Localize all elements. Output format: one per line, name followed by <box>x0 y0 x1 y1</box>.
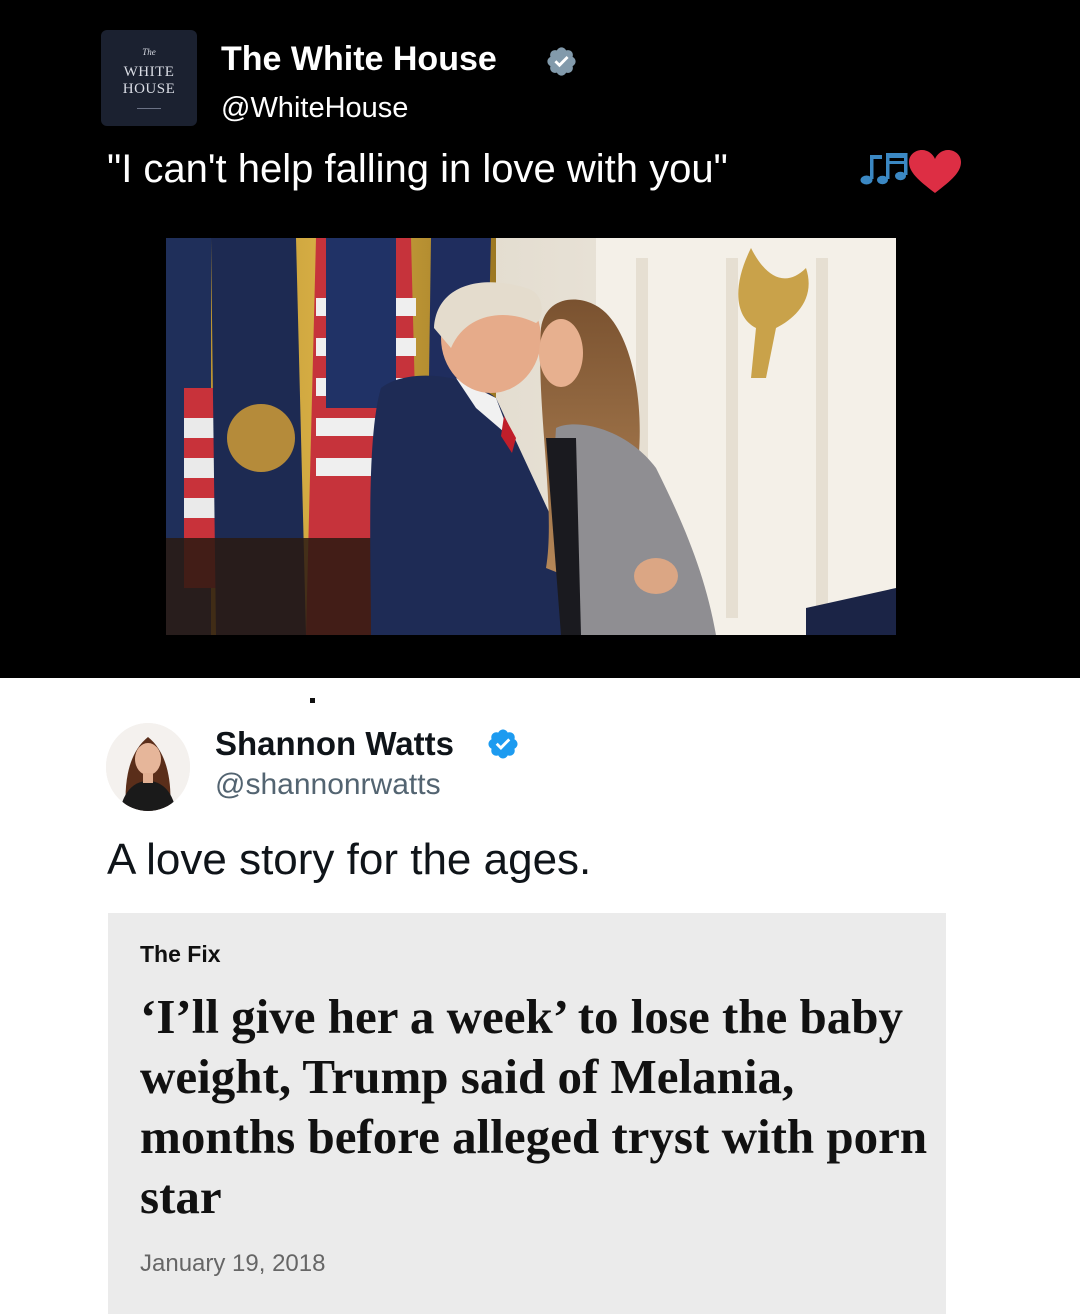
tweet-photo[interactable] <box>166 238 896 635</box>
article-card[interactable]: The Fix ‘I’ll give her a week’ to lose t… <box>108 913 946 1314</box>
author-handle[interactable]: @shannonrwatts <box>215 768 441 802</box>
author-name[interactable]: The White House <box>221 40 497 79</box>
avatar-divider <box>137 108 161 109</box>
avatar-text-house: HOUSE <box>122 81 176 97</box>
verified-gray-badge-icon <box>547 47 576 76</box>
embrace-photo-image <box>166 238 896 635</box>
article-section-label: The Fix <box>140 941 221 967</box>
tweet-text: "I can't help falling in love with you" <box>107 147 728 191</box>
avatar-text-white: WHITE <box>123 64 175 80</box>
verified-blue-badge-icon <box>488 729 518 759</box>
author-handle[interactable]: @WhiteHouse <box>221 92 408 125</box>
shannon-watts-avatar[interactable] <box>106 723 190 811</box>
white-house-tweet: The WHITE HOUSE The White House @WhiteHo… <box>0 0 1080 678</box>
red-heart-icon <box>909 150 961 193</box>
separator-dot <box>310 698 315 703</box>
article-headline[interactable]: ‘I’ll give her a week’ to lose the baby … <box>140 987 930 1227</box>
author-name[interactable]: Shannon Watts <box>215 725 454 763</box>
avatar-text-the: The <box>142 47 156 57</box>
tweet-text: A love story for the ages. <box>107 835 592 884</box>
musical-notes-icon <box>860 153 908 185</box>
shannon-watts-avatar-image <box>106 723 190 811</box>
article-date: January 19, 2018 <box>140 1250 326 1277</box>
white-house-avatar[interactable]: The WHITE HOUSE <box>101 30 197 126</box>
